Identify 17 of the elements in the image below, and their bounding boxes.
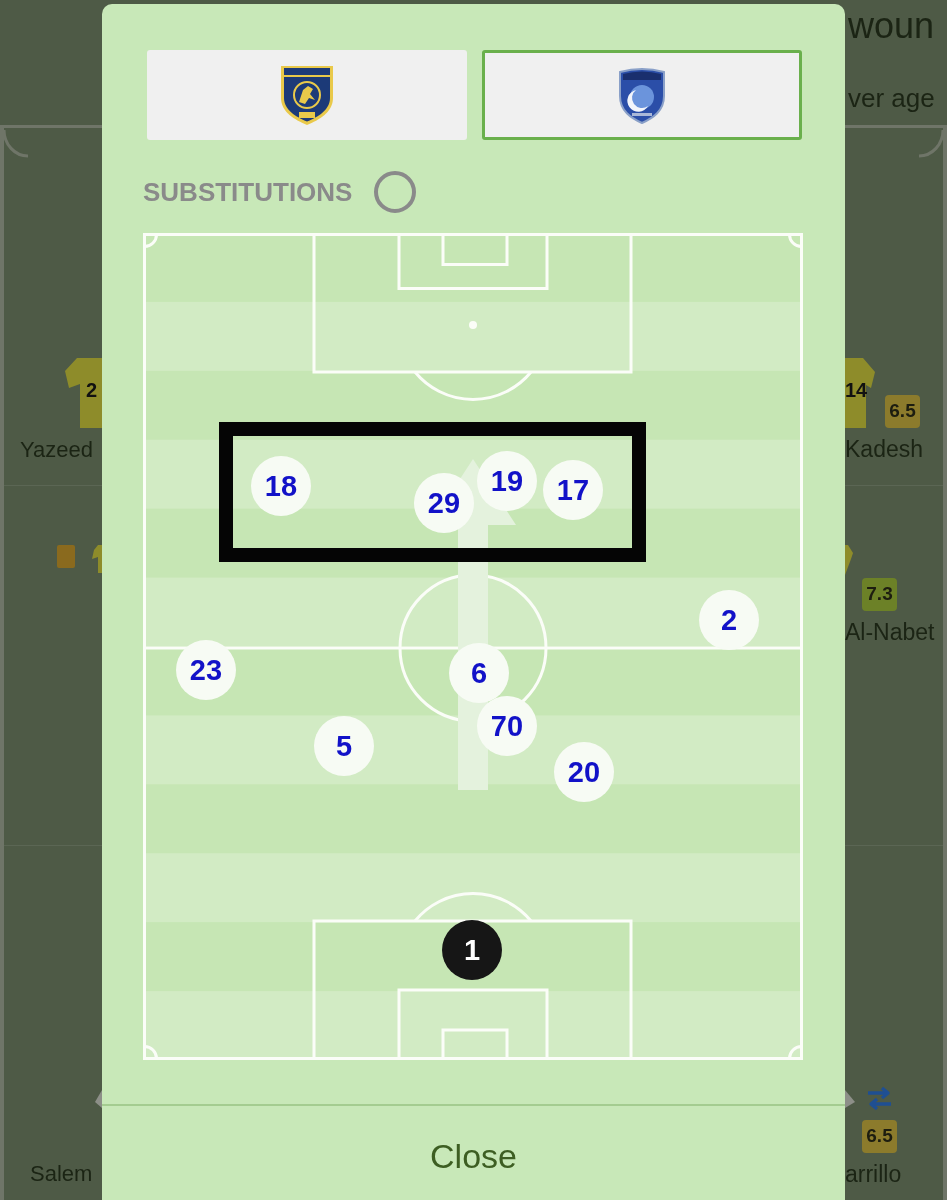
shield-ball-crest-icon	[617, 66, 667, 124]
shirt-number: 2	[86, 378, 98, 402]
rating-badge: 7.3	[862, 578, 897, 611]
substitutions-label: SUBSTITUTIONS	[143, 176, 353, 208]
team-tab[interactable]	[147, 50, 467, 140]
team-tab[interactable]	[482, 50, 802, 140]
pitch-corner-drawing	[917, 128, 943, 158]
substitutions-toggle[interactable]	[374, 171, 417, 213]
shirt-number: 14	[845, 378, 868, 402]
pitch-corner-drawing	[4, 128, 30, 158]
shirt-icon	[845, 358, 875, 428]
shield-crest-icon	[279, 64, 335, 126]
close-button[interactable]: Close	[102, 1104, 845, 1200]
rating-badge: 6.5	[885, 395, 920, 428]
shirt-icon	[92, 545, 102, 573]
rating-badge: 6.5	[862, 1120, 897, 1153]
shirt-icon	[65, 358, 102, 428]
